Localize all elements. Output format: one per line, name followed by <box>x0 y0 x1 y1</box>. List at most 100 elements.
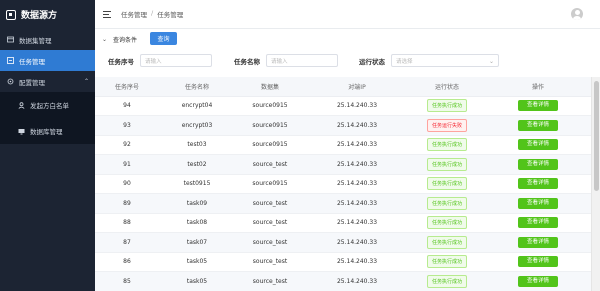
column-header: 任务序号 <box>95 77 159 97</box>
status-badge: 任务执行成功 <box>426 274 467 288</box>
dataset-cell: source_test <box>235 271 305 291</box>
query-button[interactable]: 查询 <box>150 32 177 45</box>
view-details-button[interactable]: 查看详情 <box>518 100 558 112</box>
task-id-cell: 88 <box>95 213 159 233</box>
task-name-cell: task05 <box>159 252 235 272</box>
peer-ip-cell: 25.14.240.33 <box>305 135 409 155</box>
table-row: 91 test02 source_test 25.14.240.33 任务执行成功 查看详… <box>95 154 591 175</box>
table-row: 88 task08 source_test 25.14.240.33 任务执行成功 查看详… <box>95 213 591 233</box>
task-name-cell: test03 <box>159 135 235 155</box>
task-icon <box>7 57 14 64</box>
action-cell: 查看详情 <box>485 232 591 253</box>
view-details-button[interactable]: 查看详情 <box>518 158 558 170</box>
task-id-input[interactable]: 请输入 <box>140 54 212 67</box>
column-header: 对端IP <box>305 77 409 97</box>
table-row: 87 task07 source_test 25.14.240.33 任务执行成功 查看详… <box>95 232 591 253</box>
dataset-cell: source0915 <box>235 135 305 155</box>
peer-ip-cell: 25.14.240.33 <box>305 154 409 175</box>
status-cell: 任务执行成功 <box>409 135 485 155</box>
menu-toggle-icon[interactable] <box>103 10 111 18</box>
task-id-cell: 85 <box>95 271 159 291</box>
status-cell: 任务执行成功 <box>409 232 485 253</box>
peer-ip-cell: 25.14.240.33 <box>305 252 409 272</box>
task-name-cell: test0915 <box>159 174 235 194</box>
action-cell: 查看详情 <box>485 96 591 116</box>
status-badge: 任务执行成功 <box>426 216 467 230</box>
sidebar-item-label: 发起方白名单 <box>30 102 69 110</box>
sidebar-item-label: 任务管理 <box>19 57 45 66</box>
task-name-cell: test02 <box>159 154 235 175</box>
status-cell: 任务执行成功 <box>409 213 485 233</box>
task-id-cell: 93 <box>95 115 159 136</box>
status-cell: 任务执行成功 <box>409 96 485 116</box>
status-cell: 任务运行失败 <box>409 115 485 136</box>
table-scrollbar[interactable] <box>591 77 600 291</box>
peer-ip-cell: 25.14.240.33 <box>305 193 409 214</box>
run-status-select[interactable]: 请选择 ⌄ <box>391 54 499 67</box>
column-header: 任务名称 <box>159 77 235 97</box>
action-cell: 查看详情 <box>485 115 591 136</box>
status-cell: 任务执行成功 <box>409 193 485 214</box>
sidebar-item-dataset[interactable]: 数据集管理 <box>0 29 95 50</box>
view-details-button[interactable]: 查看详情 <box>518 197 558 209</box>
field-label: 任务名称 <box>234 57 260 66</box>
sidebar-item-task[interactable]: 任务管理 <box>0 50 95 71</box>
monitor-icon <box>18 128 25 135</box>
action-cell: 查看详情 <box>485 193 591 214</box>
view-details-button[interactable]: 查看详情 <box>518 217 558 229</box>
view-details-button[interactable]: 查看详情 <box>518 236 558 248</box>
task-name-cell: task07 <box>159 232 235 253</box>
task-name-input[interactable]: 请输入 <box>266 54 338 67</box>
user-icon <box>18 101 25 109</box>
dataset-cell: source0915 <box>235 96 305 116</box>
task-id-cell: 87 <box>95 232 159 253</box>
breadcrumb-item[interactable]: 任务管理 <box>121 9 147 19</box>
action-cell: 查看详情 <box>485 213 591 233</box>
dataset-cell: source_test <box>235 193 305 214</box>
status-badge: 任务执行成功 <box>426 177 467 191</box>
query-header[interactable]: ⌄ 查询条件 <box>102 35 137 44</box>
brand: 数据源方 <box>0 0 95 29</box>
sidebar-group-header: 配置管理 <box>7 77 45 87</box>
status-cell: 任务执行成功 <box>409 174 485 194</box>
view-details-button[interactable]: 查看详情 <box>518 119 558 131</box>
dataset-cell: source0915 <box>235 115 305 136</box>
peer-ip-cell: 25.14.240.33 <box>305 213 409 233</box>
view-details-button[interactable]: 查看详情 <box>518 139 558 151</box>
breadcrumb-separator: / <box>151 9 154 17</box>
action-cell: 查看详情 <box>485 135 591 155</box>
chevron-down-icon: ⌄ <box>488 58 494 65</box>
table-header-row: 任务序号 任务名称 数据集 对端IP 运行状态 操作 <box>95 77 591 97</box>
peer-ip-cell: 25.14.240.33 <box>305 96 409 116</box>
view-details-button[interactable]: 查看详情 <box>518 178 558 190</box>
task-name-cell: encrypt03 <box>159 115 235 136</box>
sidebar-group-config[interactable]: 配置管理 ⌃ <box>0 71 95 92</box>
table-row: 93 encrypt03 source0915 25.14.240.33 任务运行失败 查… <box>95 115 591 136</box>
field-task-id: 任务序号 请输入 <box>108 54 212 67</box>
view-details-button[interactable]: 查看详情 <box>518 275 558 287</box>
task-id-cell: 91 <box>95 154 159 175</box>
dataset-cell: source_test <box>235 213 305 233</box>
column-header: 操作 <box>485 77 591 97</box>
chevron-up-icon: ⌃ <box>83 78 89 85</box>
table-row: 92 test03 source0915 25.14.240.33 任务执行成功 查看详情 <box>95 135 591 155</box>
task-id-cell: 94 <box>95 96 159 116</box>
sidebar-item-whitelist[interactable]: 发起方白名单 <box>0 92 95 118</box>
table-row: 89 task09 source_test 25.14.240.33 任务执行成功 查看详… <box>95 193 591 214</box>
logo-icon <box>6 9 16 20</box>
breadcrumb: 任务管理 / 任务管理 <box>121 9 183 19</box>
view-details-button[interactable]: 查看详情 <box>518 256 558 268</box>
status-badge: 任务执行成功 <box>426 196 467 210</box>
query-panel: ⌄ 查询条件 查询 任务序号 请输入 任务名称 请输入 运行状态 请选择 ⌄ <box>95 29 600 75</box>
avatar[interactable] <box>571 8 583 20</box>
status-badge: 任务运行失败 <box>426 118 467 132</box>
table-row: 86 task05 source_test 25.14.240.33 任务执行成功 查看详… <box>95 252 591 272</box>
dataset-cell: source_test <box>235 252 305 272</box>
table-row: 90 test0915 source0915 25.14.240.33 任务执行成功 查看… <box>95 174 591 194</box>
sidebar: 数据源方 数据集管理 任务管理 配置管理 ⌃ 发起方白名单 数据库管理 <box>0 0 95 291</box>
peer-ip-cell: 25.14.240.33 <box>305 271 409 291</box>
sidebar-item-database[interactable]: 数据库管理 <box>0 118 95 144</box>
scrollbar-thumb[interactable] <box>594 81 599 191</box>
task-id-cell: 89 <box>95 193 159 214</box>
peer-ip-cell: 25.14.240.33 <box>305 115 409 136</box>
